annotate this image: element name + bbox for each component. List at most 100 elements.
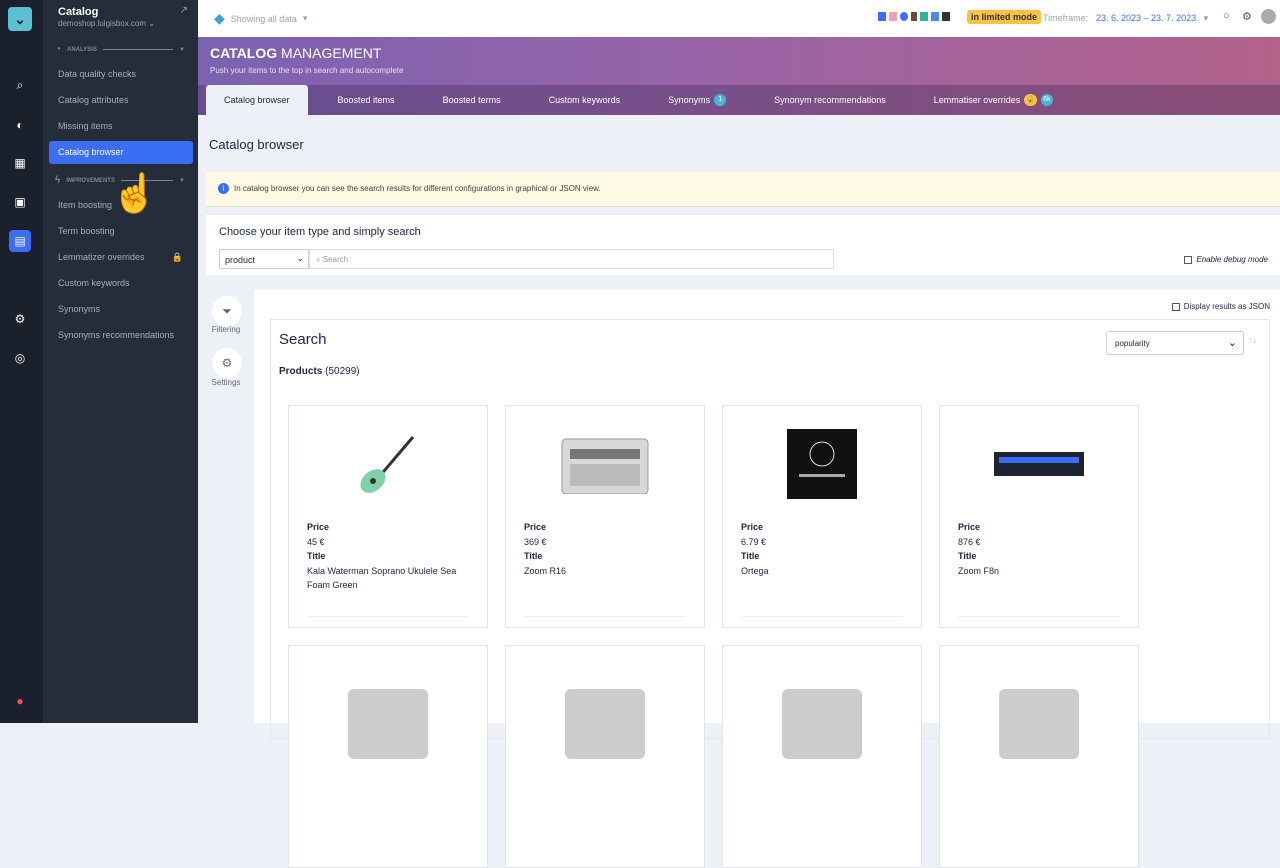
product-image [940, 424, 1138, 504]
title-label: Title [958, 551, 977, 561]
product-image [506, 424, 704, 504]
filtering-label: Filtering [211, 325, 241, 334]
page-heading: CATALOG MANAGEMENT [210, 45, 382, 61]
sidebar-item-catalog-browser[interactable]: Catalog browser [49, 141, 193, 164]
layers-icon[interactable] [920, 12, 928, 21]
lock-icon: 🔒 [171, 252, 183, 262]
toggle-icon[interactable]: ◐ [9, 114, 31, 136]
stack-icon[interactable] [942, 12, 950, 21]
search-icon[interactable]: ⌕ [9, 74, 31, 96]
info-icon: i [218, 183, 229, 194]
sidebar-item-data-quality[interactable]: Data quality checks [49, 63, 193, 86]
grid-icon[interactable]: ▦ [9, 152, 31, 174]
title-value: Zoom R16 [524, 566, 567, 576]
chart-icon[interactable] [889, 12, 897, 21]
title-value: Zoom F8n [958, 566, 1000, 576]
external-link-icon[interactable]: ↗ [180, 5, 188, 16]
search-icon: ⌕ [316, 255, 321, 264]
title-label: Title [307, 551, 326, 561]
settings-label: Settings [211, 378, 241, 387]
product-card[interactable]: Price 6.79 € Title Ortega [722, 405, 922, 628]
json-view-checkbox[interactable]: Display results as JSON [1171, 302, 1270, 311]
tab-lemmatiser-overrides[interactable]: Lemmatiser overrides 🔒 6k [916, 85, 1071, 115]
sidebar-item-label: Lemmatizer overrides [58, 252, 145, 262]
search-input[interactable]: ⌕ Search [309, 249, 834, 269]
domain-selector[interactable]: demoshop.luigisbox.com ⌄ [58, 19, 155, 28]
sort-direction-icon[interactable]: ↑↓ [1248, 335, 1257, 345]
calendar-icon[interactable] [931, 12, 939, 21]
sort-select[interactable]: popularity ⌄ [1106, 331, 1244, 355]
product-card[interactable]: Price 369 € Title Zoom R16 [505, 405, 705, 628]
item-type-select[interactable]: product ⌄ [219, 249, 309, 269]
product-card[interactable]: Price 45 € Title Kala Waterman Soprano U… [288, 405, 488, 628]
sidebar-item-catalog-attributes[interactable]: Catalog attributes [49, 89, 193, 112]
price-value: 45 € [307, 537, 325, 547]
sidebar-item-synonyms-recommendations[interactable]: Synonyms recommendations [49, 324, 193, 347]
search-icon[interactable] [900, 12, 908, 21]
product-card[interactable] [288, 645, 488, 868]
timeframe-picker[interactable]: 23. 6. 2023 – 23. 7. 2023 ▾ [1096, 13, 1208, 24]
title-label: Title [741, 551, 760, 561]
bolt-icon: ϟ [55, 175, 61, 186]
tab-boosted-items[interactable]: Boosted items [320, 85, 413, 115]
support-icon[interactable]: ◎ [9, 347, 31, 369]
product-card[interactable]: Price 876 € Title Zoom F8n [939, 405, 1139, 628]
product-card[interactable] [939, 645, 1139, 868]
tab-boosted-terms[interactable]: Boosted terms [425, 85, 519, 115]
tab-synonyms[interactable]: Synonyms 1 [650, 85, 744, 115]
price-label: Price [524, 522, 547, 532]
price-value: 876 € [958, 537, 981, 547]
product-image [723, 424, 921, 504]
product-image [506, 664, 704, 759]
search-panel: Choose your item type and simply search … [206, 215, 1280, 275]
settings-icon[interactable]: ⚙ [212, 348, 242, 378]
avatar[interactable] [1261, 9, 1276, 24]
price-value: 6.79 € [741, 537, 767, 547]
sidebar-item-term-boosting[interactable]: Term boosting [49, 220, 193, 243]
limited-mode-badge: in limited mode [967, 10, 1042, 24]
product-card[interactable] [722, 645, 922, 868]
sidebar: Catalog demoshop.luigisbox.com ⌄ ↗ ◔ ANAL… [43, 0, 198, 723]
timeframe-label: Timeframe: [1043, 13, 1089, 23]
price-value: 369 € [524, 537, 547, 547]
brand-icon: ◆ [214, 10, 225, 26]
search-panel-title: Choose your item type and simply search [219, 226, 421, 238]
lock-icon: 🔒 [1024, 94, 1037, 106]
sidebar-title: Catalog [58, 6, 99, 18]
logo-icon[interactable]: ⌄ [8, 7, 32, 31]
title-value: Kala Waterman Soprano Ukulele Sea Foam G… [307, 566, 457, 590]
toggle-status-icon[interactable]: ● [9, 690, 31, 712]
pie-icon: ◔ [55, 44, 62, 55]
sidebar-item-synonyms[interactable]: Synonyms [49, 298, 193, 321]
sidebar-item-lemmatizer[interactable]: Lemmatizer overrides 🔒 [49, 246, 193, 269]
section-label: ANALYSIS [67, 46, 97, 53]
tab-custom-keywords[interactable]: Custom keywords [531, 85, 639, 115]
section-analysis[interactable]: ◔ ANALYSIS ▼ [55, 44, 185, 55]
catalog-icon[interactable]: ▤ [9, 230, 31, 252]
chat-icon[interactable]: ○ [1223, 10, 1230, 22]
page-subtitle: Push your items to the top in search and… [210, 66, 404, 75]
gear-icon[interactable]: ⚙ [9, 308, 31, 330]
price-label: Price [958, 522, 981, 532]
title-label: Title [524, 551, 543, 561]
product-image [289, 664, 487, 759]
icon-rail: ⌄ ⌕ ◐ ▦ ▣ ▤ ⚙ ◎ ● [0, 0, 43, 723]
tab-catalog-browser[interactable]: Catalog browser [206, 85, 308, 115]
debug-mode-checkbox[interactable]: Enable debug mode [1184, 255, 1268, 264]
bag-icon[interactable] [911, 12, 917, 21]
tab-synonym-recommendations[interactable]: Synonym recommendations [756, 85, 904, 115]
domain-label: demoshop.luigisbox.com [58, 19, 147, 28]
copy-icon[interactable] [878, 12, 886, 21]
sidebar-item-custom-keywords[interactable]: Custom keywords [49, 272, 193, 295]
image-icon[interactable]: ▣ [9, 191, 31, 213]
scope-selector[interactable]: ◆ Showing all data ▾ [214, 10, 307, 27]
count-badge: 6k [1040, 94, 1053, 106]
gear-icon[interactable]: ⚙ [1242, 10, 1252, 23]
section-title: Catalog browser [209, 137, 304, 152]
price-label: Price [307, 522, 330, 532]
timeframe-value: 23. 6. 2023 – 23. 7. 2023 [1096, 13, 1197, 23]
count-badge: 1 [714, 94, 727, 106]
product-card[interactable] [505, 645, 705, 868]
filter-icon[interactable]: ⏷ [212, 296, 242, 326]
sidebar-item-missing-items[interactable]: Missing items [49, 115, 193, 138]
